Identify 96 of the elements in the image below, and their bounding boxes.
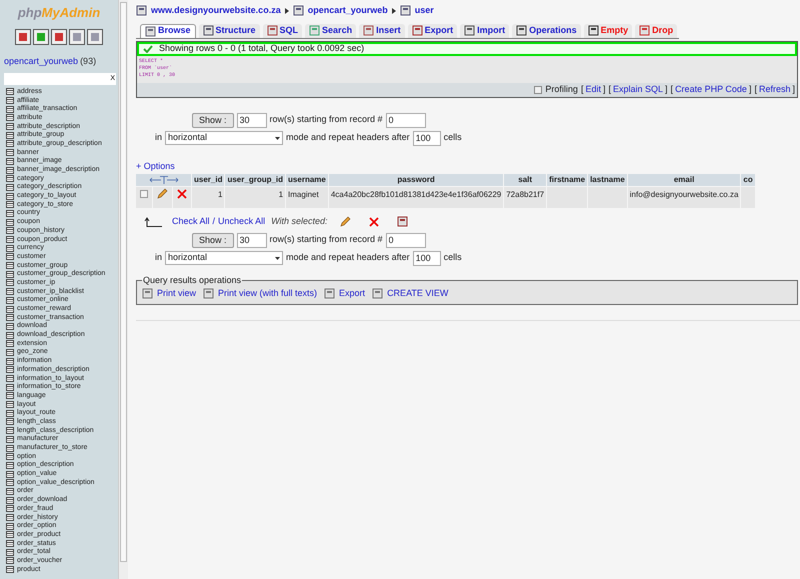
- cells-label: cells: [444, 251, 462, 264]
- tab[interactable]: Import: [460, 24, 510, 38]
- query-operation-link[interactable]: CREATE VIEW: [387, 287, 448, 300]
- delete-icon[interactable]: [177, 189, 187, 199]
- edit-selected-icon[interactable]: [340, 216, 351, 228]
- edit-icon[interactable]: [157, 188, 168, 199]
- rows-field[interactable]: 30: [236, 112, 267, 128]
- column-header[interactable]: co: [741, 174, 755, 186]
- sql-action-link[interactable]: Refresh: [758, 82, 790, 96]
- in-label: in: [155, 131, 162, 144]
- query-operation-link[interactable]: Print view (with full texts): [218, 287, 318, 300]
- profiling-label: Profiling: [545, 82, 578, 96]
- tab-icon: [202, 25, 214, 36]
- tab[interactable]: Export: [408, 24, 458, 38]
- tab[interactable]: Insert: [359, 24, 405, 38]
- tab[interactable]: Structure: [198, 24, 260, 38]
- table-count: (93): [80, 55, 96, 68]
- tab[interactable]: SQL: [262, 24, 302, 38]
- column-header[interactable]: firstname: [547, 174, 588, 186]
- start-field[interactable]: 0: [386, 112, 426, 128]
- headers-field[interactable]: 100: [412, 250, 441, 266]
- tab[interactable]: Search: [305, 24, 356, 38]
- column-header[interactable]: salt: [504, 174, 546, 186]
- panel-legend: Query results operations: [142, 274, 242, 287]
- tab[interactable]: Browse: [140, 24, 196, 38]
- sql-action-link[interactable]: Explain SQL: [613, 82, 664, 96]
- table-cell: info@designyourwebsite.co.za: [630, 190, 738, 199]
- tab-icon: [309, 25, 320, 36]
- separator-arrow-icon: [284, 8, 289, 14]
- tab-icon: [266, 25, 278, 36]
- bracket: ]: [748, 82, 752, 96]
- column-resize-icon[interactable]: [148, 176, 178, 184]
- scrollbar[interactable]: [118, 0, 128, 579]
- check-all-link[interactable]: Check All: [172, 215, 210, 228]
- rows-label: row(s) starting from record #: [270, 113, 383, 126]
- breadcrumb-link[interactable]: www.designyourwebsite.co.za: [151, 4, 281, 18]
- caret-icon: [275, 256, 280, 260]
- tab-icon: [464, 25, 476, 36]
- tab[interactable]: Drop: [635, 24, 678, 38]
- mode-select[interactable]: horizontal: [165, 251, 284, 265]
- breadcrumb-link[interactable]: opencart_yourweb: [308, 4, 388, 18]
- bracket: [: [608, 82, 611, 96]
- sql-action-link[interactable]: Edit: [585, 82, 601, 96]
- column-header[interactable]: user_id: [192, 174, 224, 186]
- column-header[interactable]: username: [286, 174, 328, 186]
- column-header[interactable]: email: [628, 174, 740, 186]
- tab[interactable]: Empty: [584, 24, 632, 38]
- tab[interactable]: Operations: [512, 24, 581, 38]
- caret-icon: [275, 136, 280, 140]
- separator-arrow-icon: [392, 8, 396, 14]
- table-cell: 72a8b21f7: [506, 190, 544, 199]
- tab-icon: [363, 25, 374, 36]
- table-cell: Imaginet: [288, 190, 319, 199]
- bracket: ]: [792, 82, 795, 96]
- rows-label: row(s) starting from record #: [270, 233, 383, 246]
- mode-select[interactable]: horizontal: [165, 131, 284, 145]
- bracket: ]: [602, 82, 606, 96]
- checkmark-icon: [143, 44, 153, 52]
- uncheck-all-link[interactable]: Uncheck All: [218, 215, 266, 228]
- breadcrumb-link[interactable]: user: [414, 4, 434, 18]
- success-message: Showing rows 0 - 0 (1 total, Query took 0.0092 sec): [137, 42, 797, 56]
- show-button[interactable]: Show :: [192, 112, 234, 128]
- show-button[interactable]: Show :: [192, 232, 234, 248]
- column-header[interactable]: lastname: [588, 174, 627, 186]
- table-cell: 1: [218, 190, 222, 199]
- bracket: [: [580, 82, 584, 96]
- table-cell: 1: [278, 190, 284, 199]
- query-operation-link[interactable]: Export: [339, 287, 366, 300]
- start-field[interactable]: 0: [386, 232, 426, 248]
- table-cell: 4ca4a20bc28fb101d81381d423e4e1f36af06229: [330, 190, 502, 199]
- mode-label: mode and repeat headers after: [286, 131, 410, 144]
- cells-label: cells: [444, 131, 462, 144]
- tab-icon: [516, 25, 528, 36]
- query-operation-link[interactable]: Print view: [157, 287, 196, 300]
- rows-field[interactable]: 30: [236, 232, 267, 248]
- tab-icon: [412, 25, 423, 36]
- options-link[interactable]: + Options: [136, 160, 175, 173]
- tab-icon: [145, 26, 156, 36]
- bracket: [: [670, 82, 674, 96]
- bracket: ]: [665, 82, 668, 96]
- database-link[interactable]: opencart_yourweb: [4, 55, 78, 68]
- separator: /: [212, 215, 216, 228]
- with-selected-label: With selected:: [271, 215, 328, 228]
- profiling-checkbox[interactable]: [534, 86, 542, 94]
- in-label: in: [155, 251, 162, 264]
- row-checkbox[interactable]: [140, 190, 148, 198]
- column-header[interactable]: password: [328, 174, 504, 186]
- delete-selected-icon[interactable]: [368, 216, 379, 227]
- sql-action-link[interactable]: Create PHP Code: [675, 82, 747, 96]
- headers-field[interactable]: 100: [412, 130, 441, 146]
- mode-label: mode and repeat headers after: [286, 251, 410, 264]
- tab-icon: [639, 25, 650, 36]
- corner-arrow-icon: [144, 216, 162, 227]
- column-header[interactable]: user_group_id: [225, 174, 286, 186]
- tab-icon: [588, 25, 599, 36]
- bracket: [: [754, 82, 757, 96]
